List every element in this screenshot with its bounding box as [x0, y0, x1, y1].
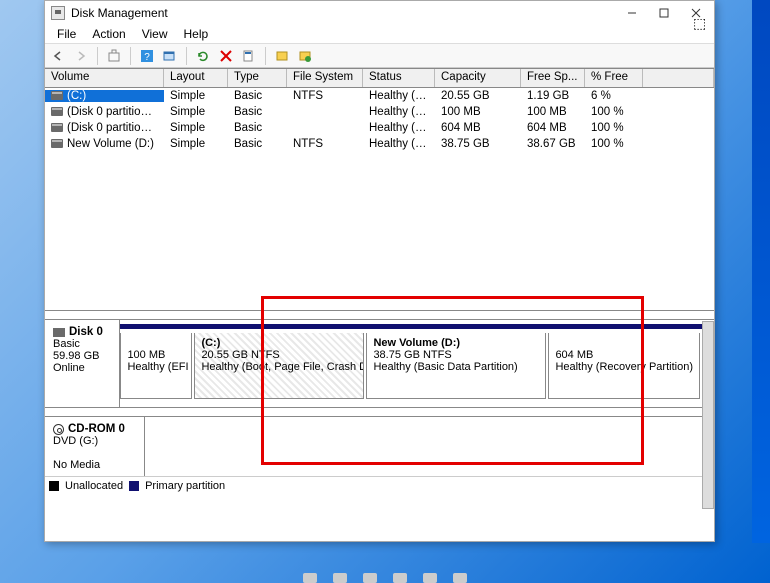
- taskbar-icon[interactable]: [363, 573, 377, 583]
- drive-icon: [51, 91, 63, 100]
- menu-action[interactable]: Action: [84, 25, 133, 43]
- partition-d[interactable]: New Volume (D:) 38.75 GB NTFS Healthy (B…: [366, 333, 546, 399]
- partition-efi[interactable]: 100 MB Healthy (EFI System Partition): [120, 333, 192, 399]
- partition-recovery[interactable]: 604 MB Healthy (Recovery Partition): [548, 333, 700, 399]
- taskbar: [0, 571, 770, 583]
- forward-button[interactable]: [71, 46, 91, 66]
- volume-name: (Disk 0 partition 1): [67, 106, 160, 118]
- legend-unallocated-label: Unallocated: [65, 480, 123, 492]
- disk-management-window: Disk Management ⬚ File Action View Help …: [44, 0, 715, 542]
- col-volume[interactable]: Volume: [45, 69, 164, 87]
- partition-c[interactable]: (C:) 20.55 GB NTFS Healthy (Boot, Page F…: [194, 333, 364, 399]
- volume-row[interactable]: New Volume (D:) SimpleBasicNTFSHealthy (…: [45, 136, 714, 152]
- properties-icon[interactable]: [239, 46, 259, 66]
- scrollbar[interactable]: [702, 321, 714, 509]
- taskbar-icon[interactable]: [303, 573, 317, 583]
- taskbar-icon[interactable]: [393, 573, 407, 583]
- drive-icon: [51, 107, 63, 116]
- partition-rail: [120, 324, 714, 329]
- volume-row[interactable]: (Disk 0 partition 1) SimpleBasicHealthy …: [45, 104, 714, 120]
- refresh-icon[interactable]: [193, 46, 213, 66]
- col-pctfree[interactable]: % Free: [585, 69, 643, 87]
- drive-icon: [51, 123, 63, 132]
- back-button[interactable]: [48, 46, 68, 66]
- menu-view[interactable]: View: [134, 25, 176, 43]
- svg-text:?: ?: [144, 52, 150, 63]
- up-level-icon[interactable]: [104, 46, 124, 66]
- help-icon[interactable]: ?: [137, 46, 157, 66]
- volume-name: New Volume (D:): [67, 138, 154, 150]
- extend-volume-icon[interactable]: [295, 46, 315, 66]
- disk-0-row[interactable]: Disk 0 Basic 59.98 GB Online 100 MB Heal…: [45, 319, 714, 408]
- maximize-button[interactable]: [656, 5, 672, 21]
- volume-row-c[interactable]: (C:) SimpleBasicNTFSHealthy (B...20.55 G…: [45, 88, 714, 104]
- new-simple-volume-icon[interactable]: [272, 46, 292, 66]
- menu-help[interactable]: Help: [176, 25, 217, 43]
- menu-file[interactable]: File: [49, 25, 84, 43]
- disk-icon: [53, 328, 65, 337]
- window-title: Disk Management: [71, 6, 624, 20]
- legend-primary-label: Primary partition: [145, 480, 225, 492]
- drive-icon: [51, 139, 63, 148]
- col-layout[interactable]: Layout: [164, 69, 228, 87]
- col-status[interactable]: Status: [363, 69, 435, 87]
- col-filesystem[interactable]: File System: [287, 69, 363, 87]
- volume-row[interactable]: (Disk 0 partition 5) SimpleBasicHealthy …: [45, 120, 714, 136]
- taskbar-icon[interactable]: [453, 573, 467, 583]
- titlebar[interactable]: Disk Management: [45, 1, 714, 24]
- minimize-button[interactable]: [624, 5, 640, 21]
- menubar: File Action View Help: [45, 24, 714, 44]
- disk-graphical-view: Disk 0 Basic 59.98 GB Online 100 MB Heal…: [45, 310, 714, 494]
- taskbar-icon[interactable]: [423, 573, 437, 583]
- taskbar-icon[interactable]: [333, 573, 347, 583]
- diskmgmt-icon: [51, 6, 65, 20]
- col-capacity[interactable]: Capacity: [435, 69, 521, 87]
- delete-icon[interactable]: [216, 46, 236, 66]
- volume-name: (Disk 0 partition 5): [67, 122, 160, 134]
- legend: Unallocated Primary partition: [45, 476, 714, 494]
- volume-list-header: Volume Layout Type File System Status Ca…: [45, 68, 714, 88]
- col-type[interactable]: Type: [228, 69, 287, 87]
- cdrom-icon: [53, 424, 64, 435]
- legend-unallocated-swatch: [49, 481, 59, 491]
- col-freespace[interactable]: Free Sp...: [521, 69, 585, 87]
- legend-primary-swatch: [129, 481, 139, 491]
- format-icon[interactable]: [160, 46, 180, 66]
- volume-name: (C:): [67, 90, 86, 102]
- close-button[interactable]: [688, 5, 704, 21]
- volume-list[interactable]: (C:) SimpleBasicNTFSHealthy (B...20.55 G…: [45, 88, 714, 310]
- toolbar: ?: [45, 44, 714, 68]
- disk-0-header[interactable]: Disk 0 Basic 59.98 GB Online: [45, 320, 120, 407]
